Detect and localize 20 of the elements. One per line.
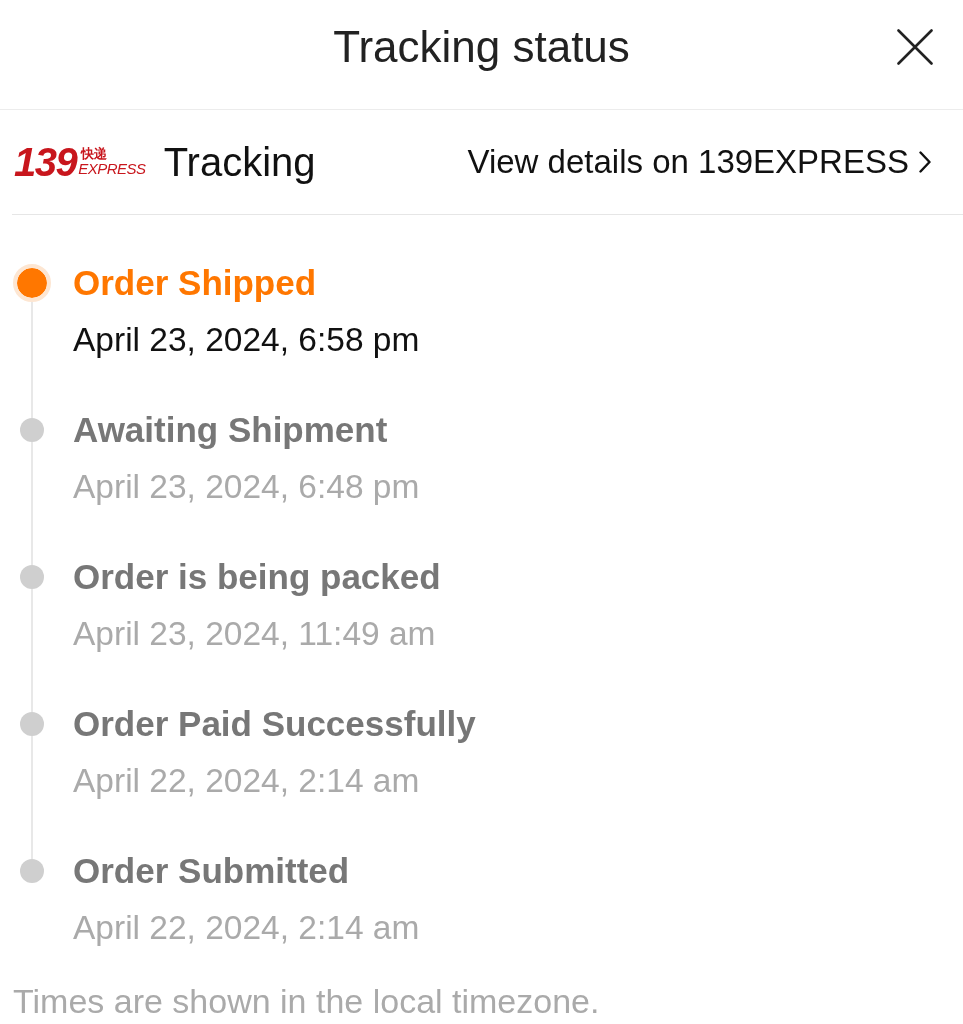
event-title: Order Paid Successfully — [73, 703, 476, 745]
event-title: Order is being packed — [73, 556, 441, 598]
event-title: Awaiting Shipment — [73, 409, 389, 451]
event-title: Order Submitted — [73, 850, 351, 892]
event-time: April 22, 2024, 2:14 am — [73, 908, 420, 948]
event-title: Order Shipped — [73, 262, 318, 304]
event-time: April 23, 2024, 11:49 am — [73, 614, 437, 654]
close-button[interactable] — [897, 29, 933, 65]
tracking-label: Tracking — [163, 139, 316, 186]
chevron-right-icon — [919, 151, 931, 173]
event-time: April 23, 2024, 6:48 pm — [73, 467, 420, 507]
dialog-title: Tracking status — [333, 21, 630, 73]
event-time: April 23, 2024, 6:58 pm — [73, 320, 420, 360]
logo-wordmark: EXPRESS — [78, 161, 146, 177]
event-time: April 22, 2024, 2:14 am — [73, 761, 421, 801]
timezone-note: Times are shown in the local timezone. — [13, 981, 601, 1021]
logo-number: 139 — [14, 144, 77, 180]
logo-chinese-text: 快递 — [81, 147, 108, 161]
view-details-link[interactable]: View details on 139EXPRESS — [467, 141, 931, 183]
close-icon — [897, 29, 933, 65]
